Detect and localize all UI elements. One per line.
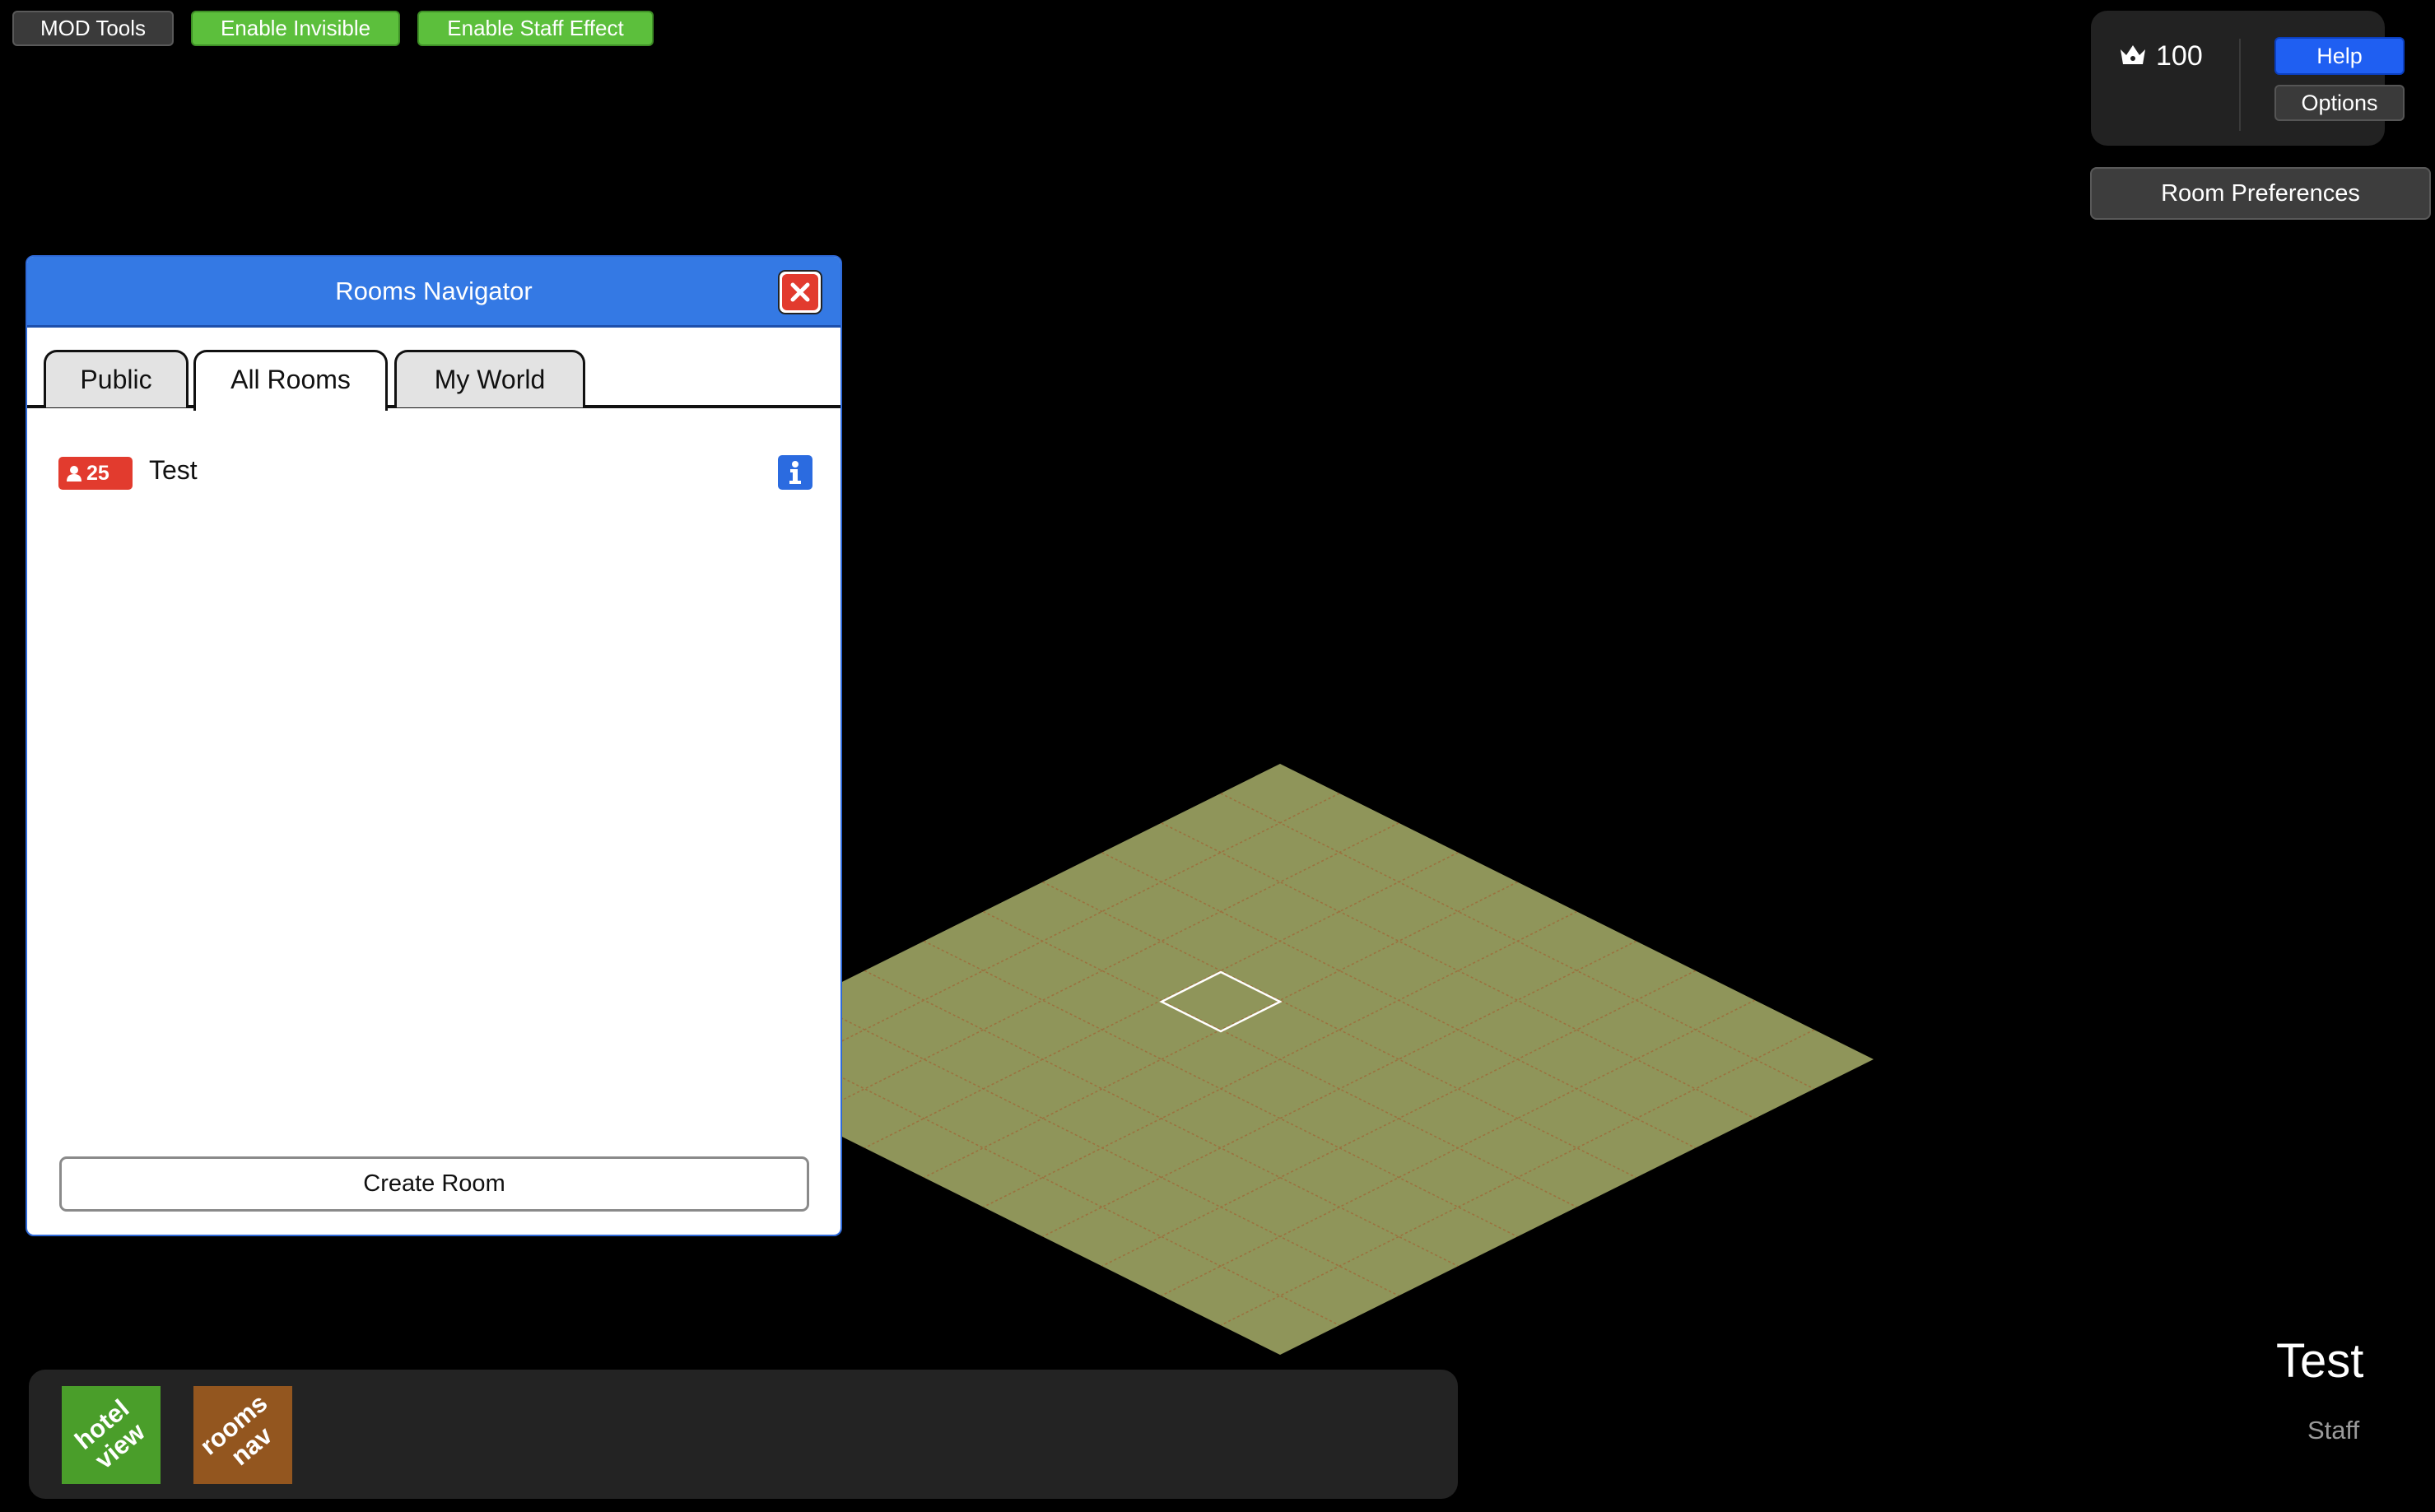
crown-icon [2121, 45, 2145, 64]
close-button[interactable] [778, 270, 822, 314]
enable-invisible-button[interactable]: Enable Invisible [191, 11, 400, 46]
room-list-item[interactable]: 25 Test [58, 453, 812, 494]
options-button[interactable]: Options [2274, 85, 2405, 121]
tab-public[interactable]: Public [44, 350, 189, 407]
navigator-header[interactable]: Rooms Navigator [27, 257, 840, 328]
user-icon [67, 466, 81, 482]
tab-my-world[interactable]: My World [394, 350, 585, 407]
tab-all-rooms[interactable]: All Rooms [193, 350, 388, 411]
hotel-view-button[interactable]: hotel view [62, 1386, 161, 1484]
rooms-navigator-window: Rooms Navigator Public All Rooms My Worl… [26, 255, 842, 1236]
create-room-button[interactable]: Create Room [59, 1156, 809, 1212]
mod-tools-button[interactable]: MOD Tools [12, 11, 174, 46]
credits-amount: 100 [2156, 40, 2203, 72]
hotel-view-label: hotel view [69, 1393, 151, 1475]
current-room-name: Test [2276, 1334, 2364, 1388]
help-button[interactable]: Help [2274, 37, 2405, 75]
navigator-title: Rooms Navigator [335, 277, 533, 305]
rooms-nav-label: rooms nav [194, 1388, 278, 1471]
user-count: 25 [86, 462, 109, 485]
close-icon [782, 274, 818, 310]
user-rank: Staff [2307, 1416, 2360, 1445]
room-preferences-button[interactable]: Room Preferences [2090, 167, 2431, 220]
room-name[interactable]: Test [149, 455, 198, 486]
enable-staff-effect-button[interactable]: Enable Staff Effect [417, 11, 654, 46]
bottom-dock: hotel view rooms nav [29, 1370, 1458, 1499]
hud-panel: 100 Help Options [2091, 11, 2405, 146]
user-count-badge: 25 [58, 457, 133, 490]
hud-divider [2239, 39, 2241, 131]
info-icon[interactable] [778, 455, 812, 490]
rooms-nav-button[interactable]: rooms nav [193, 1386, 292, 1484]
